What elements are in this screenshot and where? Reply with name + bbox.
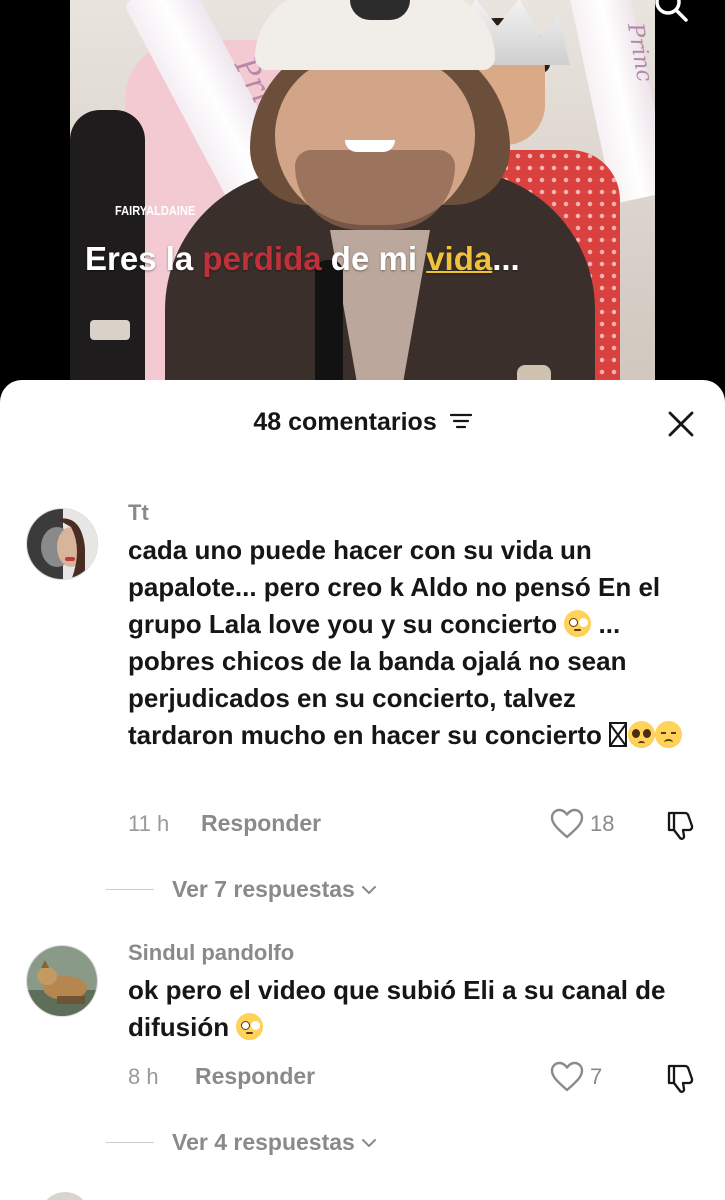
- chevron-down-icon: [361, 1138, 376, 1147]
- avatar[interactable]: [26, 508, 98, 580]
- caption-word: Eres la: [85, 240, 194, 277]
- view-replies-button[interactable]: Ver 4 respuestas: [106, 1129, 377, 1156]
- like-button[interactable]: 7: [550, 1061, 602, 1093]
- divider-line: [106, 1142, 154, 1143]
- comment-text: cada uno puede hacer con su vida un papa…: [128, 532, 688, 754]
- close-button[interactable]: [664, 407, 698, 441]
- sheet-header: 48 comentarios: [0, 380, 725, 470]
- missing-glyph-icon: [609, 722, 628, 747]
- heart-icon: [550, 808, 584, 839]
- search-button[interactable]: [650, 0, 692, 30]
- comment-username[interactable]: Sindul pandolfo: [128, 940, 294, 966]
- disappointed-emoji-icon: [655, 721, 683, 748]
- comments-count-label: 48 comentarios: [253, 408, 437, 436]
- microphone-icon: [315, 260, 343, 400]
- chevron-down-icon: [361, 885, 376, 894]
- video-figure-belt: [90, 320, 130, 340]
- comment-text: ok pero el video que subió Eli a su cana…: [128, 972, 688, 1046]
- like-count: 7: [590, 1064, 603, 1089]
- video-watermark: FAIRYALDAINE: [115, 203, 196, 218]
- video-man-smile: [345, 140, 395, 152]
- dislike-button[interactable]: [665, 1062, 697, 1094]
- video-frame[interactable]: Princ Princ FAIRYALDAINE: [70, 0, 655, 400]
- caption-word-highlight-yellow: vida: [426, 240, 493, 277]
- flushed-emoji-icon: [564, 610, 592, 637]
- view-replies-label: Ver 7 respuestas: [172, 876, 355, 902]
- sort-icon[interactable]: [449, 412, 472, 430]
- dislike-button[interactable]: [665, 809, 697, 841]
- comment-time: 11 h: [128, 811, 170, 836]
- reply-button[interactable]: Responder: [201, 810, 321, 837]
- reply-button[interactable]: Responder: [195, 1063, 315, 1090]
- comments-sheet: 48 comentarios Tt cada uno puede hacer c…: [0, 380, 725, 1200]
- search-icon: [655, 0, 688, 22]
- thumbs-down-icon: [667, 1064, 694, 1093]
- video-caption: Eres la perdida de mi vida...: [85, 240, 520, 278]
- avatar-image: [27, 509, 97, 579]
- video-player[interactable]: Princ Princ FAIRYALDAINE Eres la perdida…: [0, 0, 725, 400]
- comments-title[interactable]: 48 comentarios: [0, 408, 725, 437]
- caption-word-highlight-red: perdida: [202, 240, 322, 277]
- caption-word: de mi: [330, 240, 417, 277]
- like-button[interactable]: 18: [550, 808, 614, 840]
- pleading-emoji-icon: [628, 721, 656, 748]
- view-replies-label: Ver 4 respuestas: [172, 1129, 355, 1155]
- next-comment-avatar[interactable]: [40, 1192, 90, 1200]
- avatar-image: [27, 946, 97, 1016]
- close-icon: [668, 411, 694, 437]
- thumbs-down-icon: [667, 811, 694, 840]
- comment-username[interactable]: Tt: [128, 500, 149, 526]
- flushed-emoji-icon: [236, 1013, 264, 1040]
- like-count: 18: [590, 811, 615, 836]
- divider-line: [106, 889, 154, 890]
- caption-ellipsis: ...: [492, 240, 520, 277]
- avatar[interactable]: [26, 945, 98, 1017]
- comment-time: 8 h: [128, 1064, 159, 1089]
- view-replies-button[interactable]: Ver 7 respuestas: [106, 876, 377, 903]
- heart-icon: [550, 1061, 584, 1092]
- comment-text-part: ok pero el video que subió Eli a su cana…: [128, 975, 666, 1042]
